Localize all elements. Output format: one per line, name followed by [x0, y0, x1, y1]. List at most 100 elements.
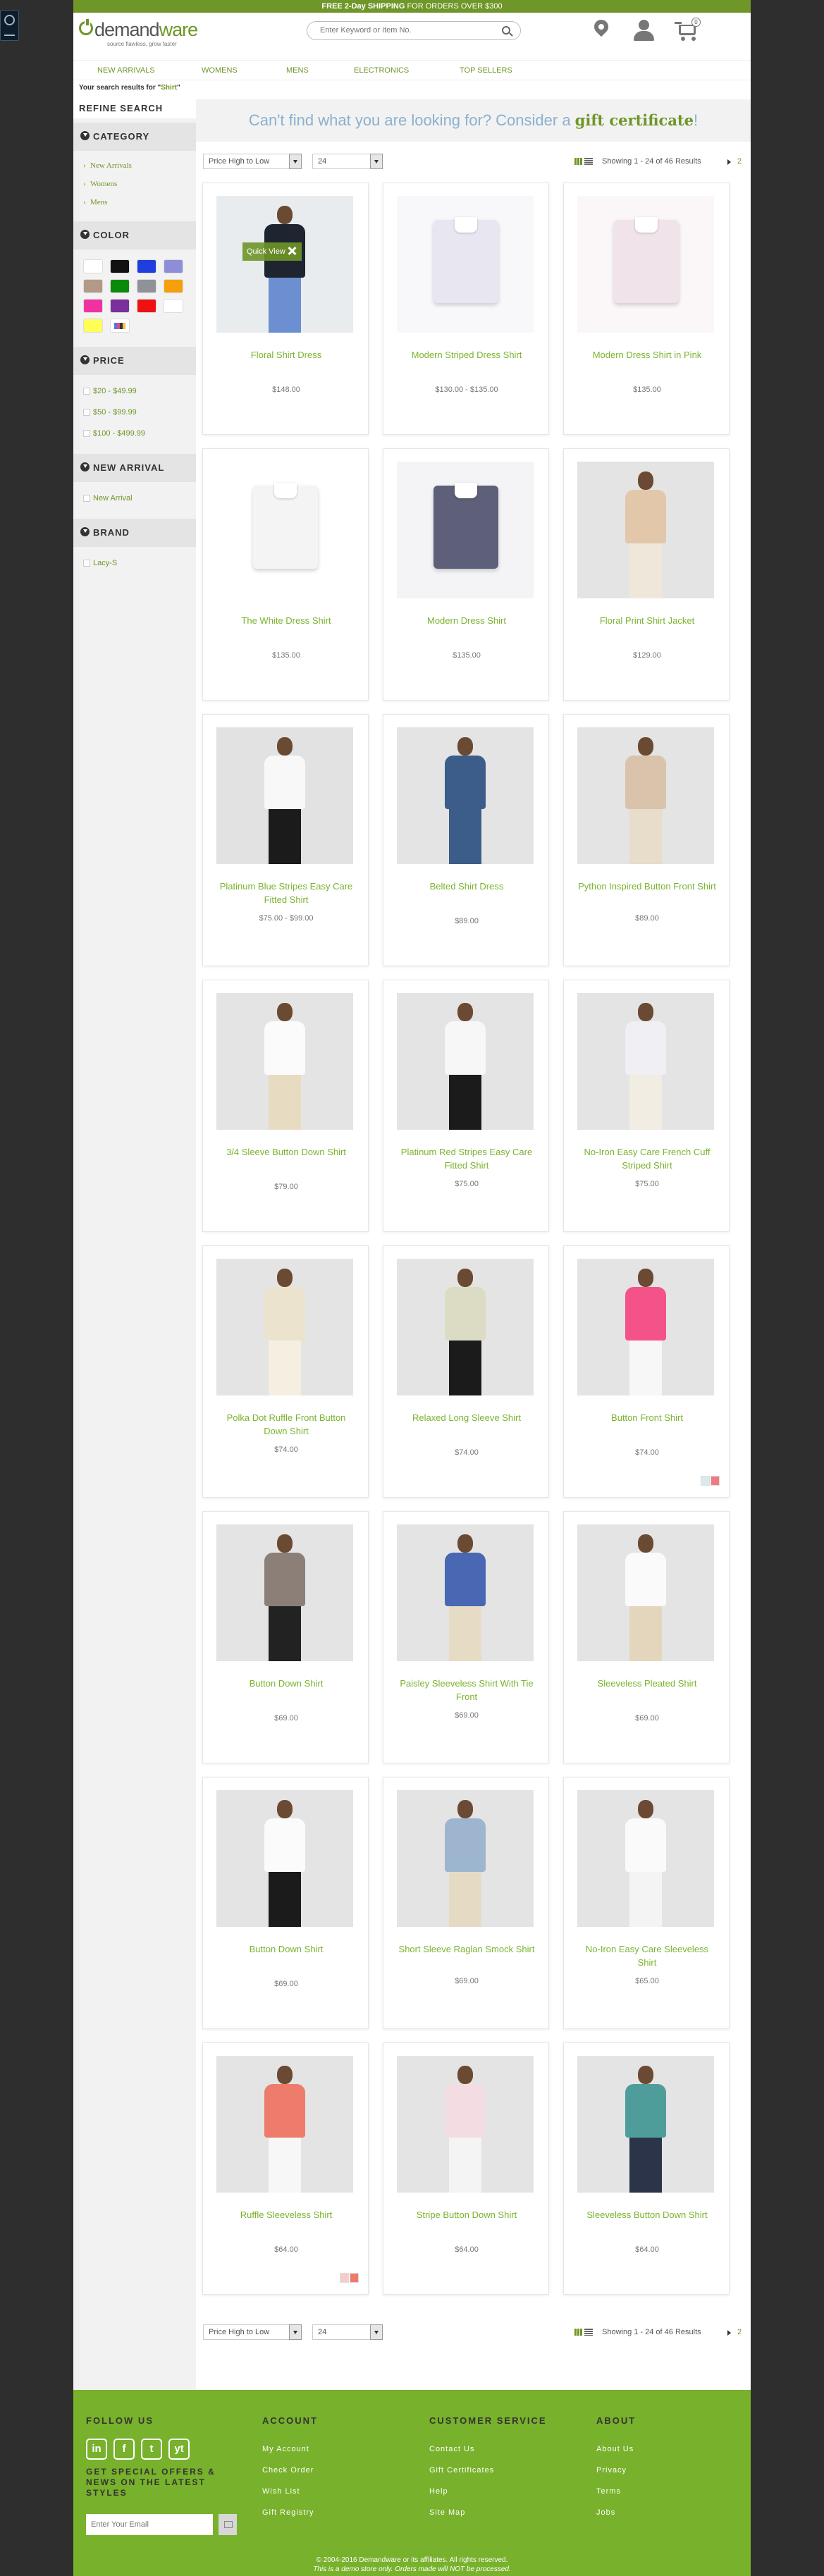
- product-tile[interactable]: Belted Shirt Dress $89.00: [383, 714, 549, 966]
- product-image[interactable]: [577, 2056, 714, 2193]
- footer-link[interactable]: Privacy: [596, 2460, 636, 2481]
- product-tile[interactable]: Python Inspired Button Front Shirt $89.00: [563, 714, 730, 966]
- product-tile[interactable]: Sleeveless Pleated Shirt $69.00: [563, 1511, 730, 1763]
- power-widget[interactable]: [0, 10, 19, 41]
- color-swatch[interactable]: [110, 259, 130, 273]
- product-name[interactable]: Button Down Shirt: [217, 1942, 355, 1956]
- product-name[interactable]: Python Inspired Button Front Shirt: [578, 880, 716, 893]
- product-image[interactable]: [397, 993, 534, 1130]
- color-swatch[interactable]: [164, 299, 183, 313]
- price-option[interactable]: $100 - $499.99: [83, 423, 196, 444]
- facebook-icon[interactable]: f: [113, 2439, 135, 2460]
- youtube-icon[interactable]: yt: [168, 2439, 190, 2460]
- price-option[interactable]: $20 - $49.99: [83, 381, 196, 402]
- footer-link[interactable]: Terms: [596, 2481, 636, 2502]
- footer-link[interactable]: Check Order: [262, 2460, 318, 2481]
- store-locator-icon[interactable]: [587, 16, 615, 47]
- product-image[interactable]: [397, 196, 534, 333]
- product-image[interactable]: [397, 2056, 534, 2193]
- category-mens[interactable]: Mens: [83, 193, 196, 211]
- nav-electronics[interactable]: ELECTRONICS: [354, 66, 409, 75]
- product-tile[interactable]: Button Front Shirt $74.00: [563, 1245, 730, 1498]
- new-arrival-option[interactable]: New Arrival: [83, 488, 196, 509]
- sort-select[interactable]: Price High to Low: [203, 154, 302, 169]
- product-tile[interactable]: Button Down Shirt $69.00: [202, 1511, 369, 1763]
- cart-icon[interactable]: 0: [675, 18, 703, 47]
- product-image[interactable]: [397, 1790, 534, 1927]
- product-image[interactable]: [577, 1790, 714, 1927]
- product-image[interactable]: [216, 2056, 353, 2193]
- page-size-select[interactable]: 24: [312, 2324, 383, 2340]
- product-name[interactable]: Floral Print Shirt Jacket: [578, 614, 716, 627]
- footer-link[interactable]: Help: [429, 2481, 547, 2502]
- twitter-icon[interactable]: t: [141, 2439, 162, 2460]
- product-name[interactable]: Button Front Shirt: [578, 1411, 716, 1424]
- product-name[interactable]: Stripe Button Down Shirt: [398, 2208, 536, 2221]
- product-tile[interactable]: Stripe Button Down Shirt $64.00: [383, 2042, 549, 2295]
- product-tile[interactable]: Paisley Sleeveless Shirt With Tie Front $…: [383, 1511, 549, 1763]
- product-image[interactable]: [216, 1790, 353, 1927]
- category-new-arrivals[interactable]: New Arrivals: [83, 156, 196, 175]
- product-tile[interactable]: Platinum Blue Stripes Easy Care Fitted S…: [202, 714, 369, 966]
- linkedin-icon[interactable]: in: [86, 2439, 107, 2460]
- next-page-arrow-icon[interactable]: [727, 2330, 731, 2336]
- product-name[interactable]: Sleeveless Pleated Shirt: [578, 1677, 716, 1690]
- product-image[interactable]: [397, 727, 534, 864]
- nav-womens[interactable]: WOMENS: [202, 66, 238, 75]
- product-tile[interactable]: Button Down Shirt $69.00: [202, 1777, 369, 2029]
- footer-link[interactable]: Wish List: [262, 2481, 318, 2502]
- new-arrival-toggle[interactable]: NEW ARRIVAL: [73, 450, 196, 482]
- footer-link[interactable]: Gift Certificates: [429, 2460, 547, 2481]
- product-name[interactable]: 3/4 Sleeve Button Down Shirt: [217, 1145, 355, 1159]
- product-name[interactable]: No-Iron Easy Care Sleeveless Shirt: [578, 1942, 716, 1969]
- email-field[interactable]: [86, 2514, 213, 2535]
- color-swatch[interactable]: [110, 299, 130, 313]
- product-image[interactable]: [577, 993, 714, 1130]
- category-toggle[interactable]: CATEGORY: [73, 118, 196, 151]
- footer-link[interactable]: Site Map: [429, 2502, 547, 2523]
- sort-select[interactable]: Price High to Low: [203, 2324, 302, 2340]
- product-tile[interactable]: Modern Dress Shirt $135.00: [383, 448, 549, 701]
- close-icon[interactable]: [287, 246, 297, 256]
- nav-top-sellers[interactable]: TOP SELLERS: [460, 66, 512, 75]
- color-swatch[interactable]: [164, 259, 183, 273]
- product-image[interactable]: [216, 196, 353, 333]
- product-tile[interactable]: Modern Striped Dress Shirt $130.00 - $135…: [383, 183, 549, 435]
- footer-link[interactable]: My Account: [262, 2439, 318, 2460]
- footer-link[interactable]: About Us: [596, 2439, 636, 2460]
- search-icon[interactable]: [502, 26, 510, 35]
- product-image[interactable]: [397, 462, 534, 598]
- product-name[interactable]: Polka Dot Ruffle Front Button Down Shirt: [217, 1411, 355, 1438]
- product-image[interactable]: [397, 1524, 534, 1661]
- footer-link[interactable]: Gift Registry: [262, 2502, 318, 2523]
- product-tile[interactable]: Platinum Red Stripes Easy Care Fitted Sh…: [383, 980, 549, 1232]
- grid-view-icon[interactable]: [574, 158, 583, 165]
- account-icon[interactable]: [630, 18, 658, 47]
- brand-toggle[interactable]: BRAND: [73, 514, 196, 547]
- product-name[interactable]: Modern Dress Shirt: [398, 614, 536, 627]
- product-image[interactable]: [577, 196, 714, 333]
- product-name[interactable]: Sleeveless Button Down Shirt: [578, 2208, 716, 2221]
- color-swatch[interactable]: [110, 279, 130, 293]
- product-name[interactable]: Modern Dress Shirt in Pink: [578, 348, 716, 362]
- product-image[interactable]: [577, 1259, 714, 1395]
- product-name[interactable]: Button Down Shirt: [217, 1677, 355, 1690]
- product-image[interactable]: [216, 727, 353, 864]
- list-view-icon[interactable]: [584, 2329, 593, 2336]
- product-name[interactable]: Short Sleeve Raglan Smock Shirt: [398, 1942, 536, 1956]
- product-image[interactable]: [577, 727, 714, 864]
- category-womens[interactable]: Womens: [83, 175, 196, 193]
- color-swatches-mini[interactable]: [701, 1476, 720, 1486]
- footer-link[interactable]: Jobs: [596, 2502, 636, 2523]
- product-tile[interactable]: Sleeveless Button Down Shirt $64.00: [563, 2042, 730, 2295]
- product-name[interactable]: No-Iron Easy Care French Cuff Striped Sh…: [578, 1145, 716, 1172]
- color-swatch[interactable]: [83, 319, 103, 333]
- page-2-link[interactable]: 2: [737, 2328, 742, 2336]
- product-tile[interactable]: Floral Print Shirt Jacket $129.00: [563, 448, 730, 701]
- product-tile[interactable]: Ruffle Sleeveless Shirt $64.00: [202, 2042, 369, 2295]
- product-image[interactable]: [397, 1259, 534, 1395]
- product-tile[interactable]: Modern Dress Shirt in Pink $135.00: [563, 183, 730, 435]
- brand-option[interactable]: Lacy-S: [83, 553, 196, 574]
- product-name[interactable]: Ruffle Sleeveless Shirt: [217, 2208, 355, 2221]
- price-option[interactable]: $50 - $99.99: [83, 402, 196, 423]
